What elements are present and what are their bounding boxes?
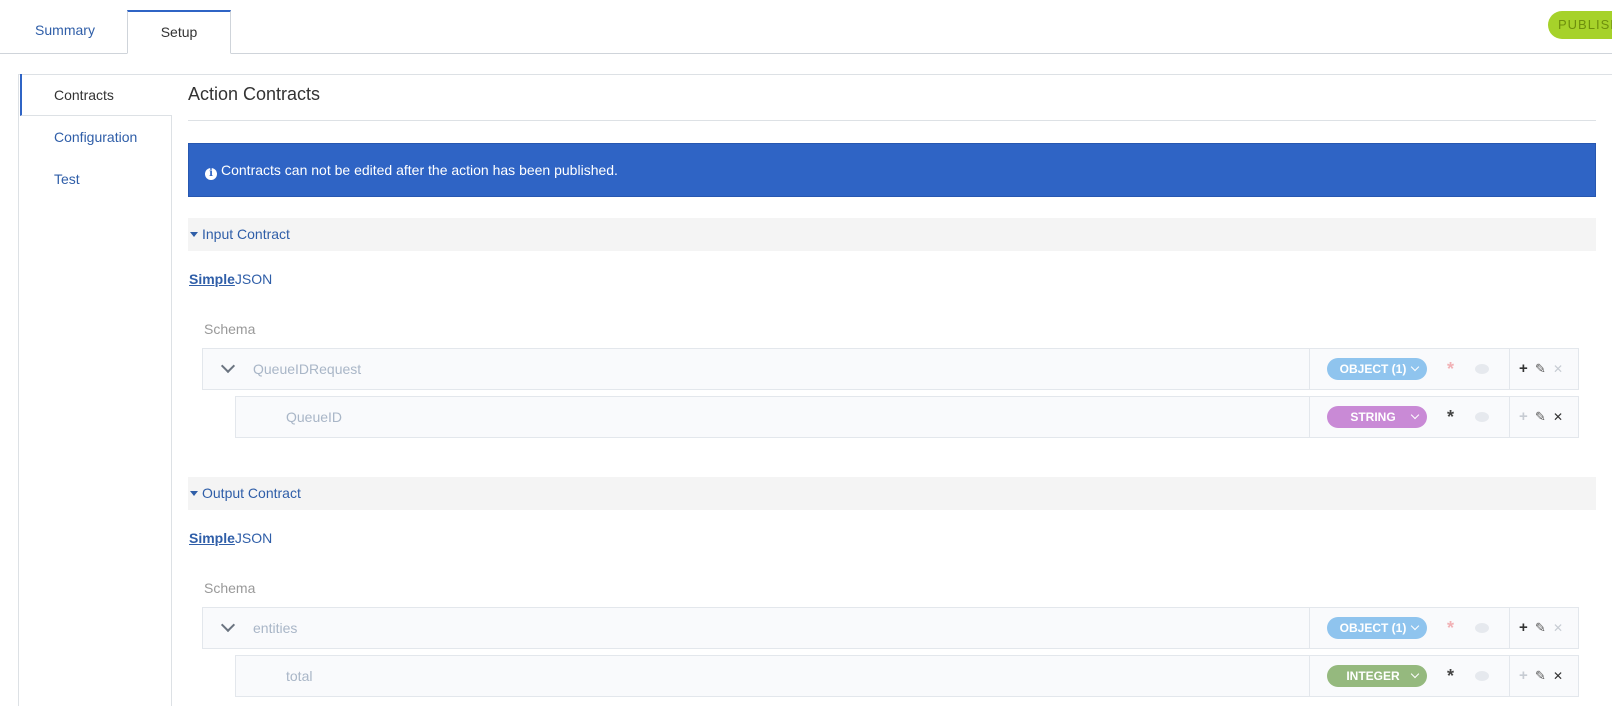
add-icon[interactable]: + <box>1519 357 1528 381</box>
schema-row: total INTEGER * + ✎ ✕ <box>235 655 1579 697</box>
output-mode-simple[interactable]: Simple <box>189 530 235 546</box>
comment-icon[interactable] <box>1475 364 1489 374</box>
info-banner-text: Contracts can not be edited after the ac… <box>221 162 618 178</box>
edit-icon[interactable]: ✎ <box>1535 357 1546 381</box>
comment-icon[interactable] <box>1475 412 1489 422</box>
input-schema-label: Schema <box>204 321 256 337</box>
add-icon[interactable]: + <box>1519 405 1528 429</box>
info-icon: i <box>205 168 217 180</box>
row-divider <box>1509 656 1510 696</box>
caret-down-icon <box>190 491 198 496</box>
edit-icon[interactable]: ✎ <box>1535 405 1546 429</box>
input-mode-json[interactable]: JSON <box>235 271 272 287</box>
output-mode-json[interactable]: JSON <box>235 530 272 546</box>
title-divider <box>188 120 1596 121</box>
chevron-down-icon[interactable] <box>220 358 236 374</box>
caret-down-icon <box>190 232 198 237</box>
required-icon[interactable]: * <box>1447 665 1454 687</box>
output-contract-header: Output Contract <box>202 485 301 501</box>
required-icon[interactable]: * <box>1447 358 1454 380</box>
row-divider <box>1309 349 1310 389</box>
schema-field-name: QueueID <box>286 409 343 425</box>
delete-icon[interactable]: ✕ <box>1553 357 1563 381</box>
type-select[interactable]: OBJECT (1) <box>1327 358 1427 380</box>
delete-icon[interactable]: ✕ <box>1553 664 1563 688</box>
input-mode-switch: SimpleJSON <box>189 271 272 287</box>
chevron-down-icon <box>1410 410 1420 420</box>
schema-field-name: entities <box>253 620 298 636</box>
comment-icon[interactable] <box>1475 671 1489 681</box>
page-title: Action Contracts <box>188 84 321 104</box>
tab-setup[interactable]: Setup <box>127 10 231 54</box>
edit-icon[interactable]: ✎ <box>1535 664 1546 688</box>
row-divider <box>1509 397 1510 437</box>
row-divider <box>1309 656 1310 696</box>
edit-icon[interactable]: ✎ <box>1535 616 1546 640</box>
input-contract-header: Input Contract <box>202 226 290 242</box>
input-contract-toggle[interactable]: Input Contract <box>188 218 1596 251</box>
top-tab-bar: Summary Setup PUBLISH <box>0 0 1612 54</box>
chevron-down-icon <box>1410 362 1420 372</box>
row-divider <box>1509 349 1510 389</box>
add-icon[interactable]: + <box>1519 664 1528 688</box>
side-nav-contracts[interactable]: Contracts <box>20 74 172 116</box>
comment-icon[interactable] <box>1475 623 1489 633</box>
schema-row: entities OBJECT (1) * + ✎ ✕ <box>202 607 1579 649</box>
side-nav-divider <box>171 116 172 706</box>
type-select[interactable]: INTEGER <box>1327 665 1427 687</box>
required-icon[interactable]: * <box>1447 617 1454 639</box>
required-icon[interactable]: * <box>1447 406 1454 428</box>
delete-icon[interactable]: ✕ <box>1553 405 1563 429</box>
add-icon[interactable]: + <box>1519 616 1528 640</box>
chevron-down-icon <box>1410 621 1420 631</box>
schema-field-name: QueueIDRequest <box>253 361 362 377</box>
side-nav-configuration[interactable]: Configuration <box>20 116 172 158</box>
schema-field-name: total <box>286 668 313 684</box>
type-select[interactable]: OBJECT (1) <box>1327 617 1427 639</box>
delete-icon[interactable]: ✕ <box>1553 616 1563 640</box>
output-mode-switch: SimpleJSON <box>189 530 272 546</box>
output-schema-label: Schema <box>204 580 256 596</box>
input-mode-simple[interactable]: Simple <box>189 271 235 287</box>
info-banner: i Contracts can not be edited after the a… <box>188 143 1596 197</box>
publish-button[interactable]: PUBLISH <box>1548 11 1612 39</box>
type-select[interactable]: STRING <box>1327 406 1427 428</box>
schema-row: QueueID STRING * + ✎ ✕ <box>235 396 1579 438</box>
schema-row: QueueIDRequest OBJECT (1) * + ✎ ✕ <box>202 348 1579 390</box>
side-nav-test[interactable]: Test <box>20 158 172 200</box>
chevron-down-icon <box>1410 669 1420 679</box>
row-divider <box>1309 608 1310 648</box>
chevron-down-icon[interactable] <box>220 617 236 633</box>
row-divider <box>1509 608 1510 648</box>
tab-summary[interactable]: Summary <box>8 10 122 54</box>
row-divider <box>1309 397 1310 437</box>
output-contract-toggle[interactable]: Output Contract <box>188 477 1596 510</box>
